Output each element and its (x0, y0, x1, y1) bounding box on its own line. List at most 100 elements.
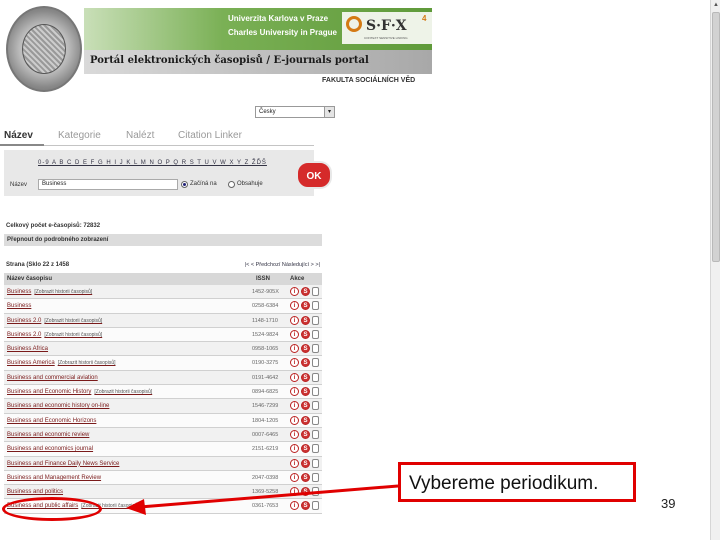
sfx-logo: S·F·X 4 CONTEXT SENSITIVE LINKING (342, 12, 432, 44)
info-icon[interactable]: i (290, 372, 299, 382)
document-icon[interactable] (312, 315, 319, 325)
table-body: Business [Zobrazit historii časopisů] 1452… (4, 285, 322, 514)
name-label: Název (10, 182, 28, 188)
info-icon[interactable]: i (290, 358, 299, 368)
scrollbar-thumb[interactable] (712, 12, 720, 262)
info-icon[interactable]: i (290, 301, 299, 311)
document-icon[interactable] (312, 329, 319, 339)
journal-history-link[interactable]: [Zobrazit historii časopisů] (44, 318, 102, 324)
sfx-link-icon[interactable]: S (301, 372, 310, 382)
sfx-link-icon[interactable]: S (301, 444, 310, 454)
info-icon[interactable]: i (290, 344, 299, 354)
info-icon[interactable]: i (290, 429, 299, 439)
info-icon[interactable]: i (290, 501, 299, 511)
sfx-link-icon[interactable]: S (301, 301, 310, 311)
sfx-link-icon[interactable]: S (301, 487, 310, 497)
journal-history-link[interactable]: [Zobrazit historii časopisů] (58, 360, 116, 366)
table-row: Business [Zobrazit historii časopisů] 1452… (4, 285, 322, 300)
scroll-up-icon[interactable]: ▲ (712, 0, 720, 10)
document-icon[interactable] (312, 372, 319, 382)
document-icon[interactable] (312, 429, 319, 439)
info-icon[interactable]: i (290, 329, 299, 339)
annotation-callout: Vybereme periodikum. (398, 462, 636, 502)
slide-number: 39 (661, 496, 676, 511)
info-icon[interactable]: i (290, 472, 299, 482)
vertical-scrollbar[interactable]: ▲ (710, 0, 720, 540)
journal-title-link[interactable]: Business and commercial aviation (7, 375, 101, 381)
info-icon[interactable]: i (290, 287, 299, 296)
issn-value: 0191-4642 (252, 374, 279, 381)
journal-history-link[interactable]: [Zobrazit historii časopisů] (44, 332, 102, 338)
document-icon[interactable] (312, 387, 319, 397)
journal-history-link[interactable]: [Zobrazit historii časopisů] (94, 389, 152, 395)
journal-title-link[interactable]: Business and economics journal (7, 446, 96, 452)
journal-title-link[interactable]: Business America [Zobrazit historii časop… (7, 360, 116, 366)
info-icon[interactable]: i (290, 387, 299, 397)
document-icon[interactable] (312, 458, 319, 468)
language-select[interactable]: Česky ▾ (255, 106, 335, 118)
name-search-input[interactable]: Business (38, 179, 178, 190)
journal-title-link[interactable]: Business 2.0 [Zobrazit historii časopisů] (7, 318, 102, 324)
tab-kategorie[interactable]: Kategorie (58, 130, 101, 141)
sfx-link-icon[interactable]: S (301, 329, 310, 339)
document-icon[interactable] (312, 501, 319, 511)
info-icon[interactable]: i (290, 315, 299, 325)
alphabet-index[interactable]: 0-9 A B C D E F G H I J K L M N O P Q R … (38, 160, 267, 166)
university-seal-logo (6, 6, 82, 92)
issn-value: 0007-6465 (252, 431, 279, 438)
info-icon[interactable]: i (290, 401, 299, 411)
journal-title-link[interactable]: Business 2.0 [Zobrazit historii časopisů] (7, 332, 102, 338)
sfx-link-icon[interactable]: S (301, 472, 310, 482)
document-icon[interactable] (312, 401, 319, 411)
radio-contains[interactable] (228, 181, 235, 188)
info-icon[interactable]: i (290, 458, 299, 468)
sfx-link-icon[interactable]: S (301, 458, 310, 468)
page-navigation[interactable]: |< < Předchozí Následující > >| (245, 262, 320, 268)
journal-title-link[interactable]: Business and Management Review (7, 475, 104, 481)
tab-nalezt[interactable]: Nalézt (126, 130, 154, 141)
tab-nazev[interactable]: Název (4, 130, 33, 141)
journal-title-link[interactable]: Business (7, 303, 34, 309)
document-icon[interactable] (312, 301, 319, 311)
issn-value: 1524-9824 (252, 331, 279, 338)
sfx-link-icon[interactable]: S (301, 429, 310, 439)
journal-title-link[interactable]: Business Africa (7, 346, 51, 352)
sfx-link-icon[interactable]: S (301, 358, 310, 368)
journal-title-link[interactable]: Business and economic history on-line (7, 403, 112, 409)
journal-title-link[interactable]: Business and economic review (7, 432, 92, 438)
document-icon[interactable] (312, 487, 319, 497)
journal-history-link[interactable]: [Zobrazit historii časopisů] (34, 289, 92, 295)
tab-citation-linker[interactable]: Citation Linker (178, 130, 242, 141)
sfx-link-icon[interactable]: S (301, 415, 310, 425)
radio-starts-with-label: Začíná na (190, 181, 217, 187)
radio-starts-with[interactable] (181, 181, 188, 188)
journal-title-link[interactable]: Business [Zobrazit historii časopisů] (7, 289, 92, 295)
document-icon[interactable] (312, 472, 319, 482)
journal-title-link[interactable]: Business and Economic History [Zobrazit h… (7, 389, 152, 395)
journal-title-link[interactable]: Business and Finance Daily News Service (7, 461, 122, 467)
journal-title-link[interactable]: Business and politics (7, 489, 66, 495)
ok-button[interactable]: OK (296, 161, 332, 189)
document-icon[interactable] (312, 358, 319, 368)
table-row: Business and economic review 0007-6465 i S (4, 427, 322, 443)
table-row: Business America [Zobrazit historii časop… (4, 356, 322, 371)
issn-value: 0361-7653 (252, 503, 279, 510)
info-icon[interactable]: i (290, 487, 299, 497)
document-icon[interactable] (312, 415, 319, 425)
sfx-link-icon[interactable]: S (301, 401, 310, 411)
document-icon[interactable] (312, 344, 319, 354)
sfx-link-icon[interactable]: S (301, 287, 310, 296)
search-tabs: Název Kategorie Nalézt Citation Linker (0, 130, 314, 144)
sfx-link-icon[interactable]: S (301, 387, 310, 397)
switch-view-link[interactable]: Přepnout do podrobného zobrazení (4, 234, 322, 246)
radio-contains-label: Obsahuje (237, 181, 263, 187)
document-icon[interactable] (312, 287, 319, 296)
sfx-link-icon[interactable]: S (301, 344, 310, 354)
document-icon[interactable] (312, 444, 319, 454)
info-icon[interactable]: i (290, 415, 299, 425)
sfx-link-icon[interactable]: S (301, 315, 310, 325)
sfx-link-icon[interactable]: S (301, 501, 310, 511)
info-icon[interactable]: i (290, 444, 299, 454)
journal-title-link[interactable]: Business and Economic Horizons (7, 418, 99, 424)
issn-value: 1452-905X (252, 289, 279, 295)
